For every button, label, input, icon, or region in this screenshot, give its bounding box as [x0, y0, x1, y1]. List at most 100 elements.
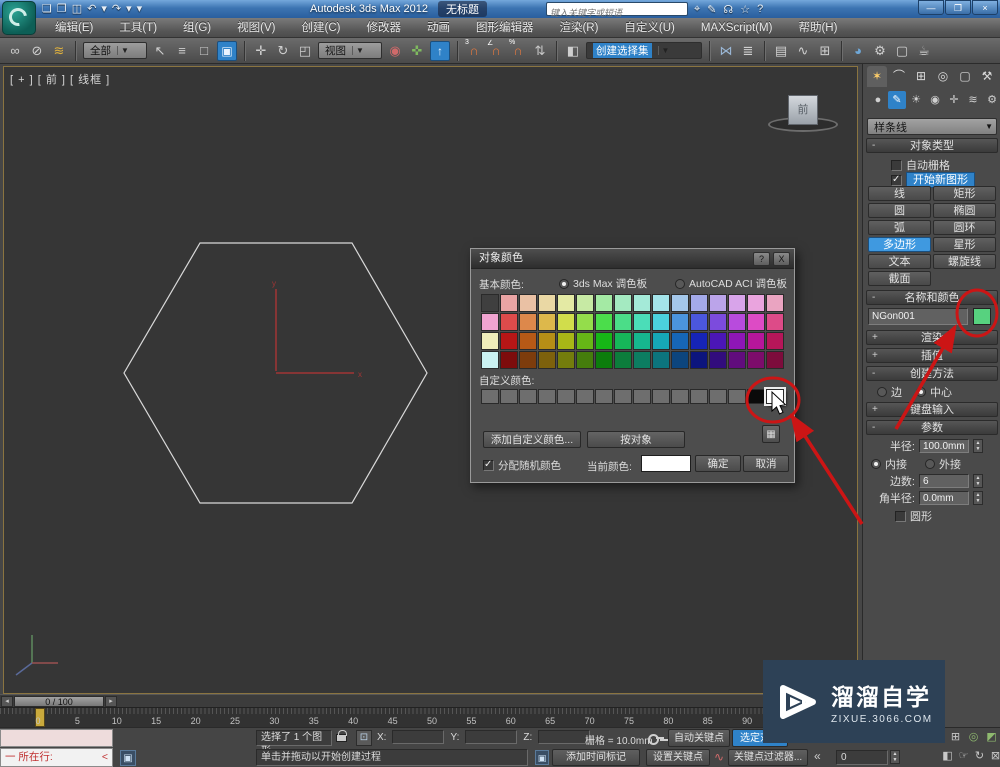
schematic-view-icon[interactable]: ⊞	[816, 43, 834, 59]
shape-button-10[interactable]: 螺旋线	[933, 254, 996, 269]
shape-button-2[interactable]: 矩形	[933, 186, 996, 201]
chevron-down-icon[interactable]: ▼	[352, 46, 364, 55]
orbit-icon[interactable]: ↻	[972, 749, 987, 764]
palette-swatch[interactable]	[652, 351, 670, 369]
palette-swatch[interactable]	[538, 332, 556, 350]
shape-button-7[interactable]: 多边形	[868, 237, 931, 252]
keyboard-shortcut-override-icon[interactable]: ↑	[430, 41, 450, 61]
palette-swatch[interactable]	[538, 351, 556, 369]
go-to-start-icon[interactable]: «	[814, 749, 821, 763]
viewcube-cube[interactable]: 前	[788, 95, 818, 125]
ok-button[interactable]: 确定	[695, 455, 741, 472]
select-and-scale-icon[interactable]: ◰	[296, 43, 314, 59]
select-and-move-icon[interactable]: ✛	[252, 43, 270, 59]
palette-swatch[interactable]	[709, 351, 727, 369]
radius-spinner[interactable]: ▲▼	[973, 439, 983, 453]
viewcube[interactable]: 前	[764, 95, 844, 135]
named-selection-sets-icon[interactable]: ◧	[564, 43, 582, 59]
shape-button-4[interactable]: 椭圆	[933, 203, 996, 218]
dialog-close-button[interactable]: X	[773, 252, 790, 266]
palette-swatch[interactable]	[728, 294, 746, 312]
palette-swatch[interactable]	[576, 351, 594, 369]
category-lights[interactable]: ☀	[907, 91, 925, 109]
palette-swatch[interactable]	[500, 313, 518, 331]
coord-field-x[interactable]	[392, 730, 444, 744]
macro-recorder-line[interactable]	[0, 729, 113, 747]
select-by-name-icon[interactable]: ≡	[173, 43, 191, 58]
rollout-creation-method[interactable]: - 创建方法	[866, 366, 998, 381]
select-object-icon[interactable]: ↖	[151, 43, 169, 59]
palette-swatch[interactable]	[614, 294, 632, 312]
time-slider-button[interactable]: 0 / 100	[14, 696, 104, 707]
mirror-icon[interactable]: ⋈	[717, 43, 735, 59]
palette-swatch[interactable]	[671, 294, 689, 312]
sides-spinner[interactable]: ▲▼	[973, 474, 983, 488]
previous-frame-button[interactable]: ◂	[1, 696, 13, 707]
start-new-shape-checkbox[interactable]	[891, 175, 902, 186]
select-and-rotate-icon[interactable]: ↻	[274, 43, 292, 59]
cancel-button[interactable]: 取消	[743, 455, 789, 472]
custom-swatch[interactable]	[595, 389, 613, 404]
dialog-title-bar[interactable]: 对象颜色	[471, 249, 794, 269]
palette-swatch[interactable]	[747, 351, 765, 369]
tab-modify[interactable]: ⌒	[889, 66, 909, 87]
current-color-swatch[interactable]	[641, 455, 691, 472]
custom-swatch[interactable]	[652, 389, 670, 404]
menu-item[interactable]: 帮助(H)	[785, 18, 850, 38]
palette-swatch[interactable]	[652, 313, 670, 331]
palette-swatch[interactable]	[633, 332, 651, 350]
undo-caret-icon[interactable]: ▾	[101, 0, 107, 18]
radio-option[interactable]: 边	[877, 384, 902, 400]
radio-dot[interactable]	[871, 459, 881, 469]
named-selection-dropdown[interactable]: 创建选择集▼	[586, 42, 702, 59]
use-pivot-point-icon[interactable]: ◉	[386, 43, 404, 59]
category-helpers[interactable]: ✛	[945, 91, 963, 109]
circular-checkbox[interactable]	[895, 511, 906, 522]
align-icon[interactable]: ≣	[739, 43, 757, 59]
select-and-link-icon[interactable]: ∞	[6, 43, 24, 58]
palette-swatch[interactable]	[595, 332, 613, 350]
palette-swatch[interactable]	[519, 351, 537, 369]
palette-swatch[interactable]	[538, 313, 556, 331]
viewport-layout-icon[interactable]: ⊞	[948, 730, 963, 745]
3dsmax-palette-radio[interactable]: 3ds Max 调色板	[559, 276, 647, 291]
palette-swatch[interactable]	[557, 313, 575, 331]
palette-swatch[interactable]	[576, 332, 594, 350]
shape-button-3[interactable]: 圆	[868, 203, 931, 218]
palette-swatch[interactable]	[595, 294, 613, 312]
custom-swatch[interactable]	[557, 389, 575, 404]
palette-swatch[interactable]	[709, 313, 727, 331]
palette-swatch[interactable]	[614, 332, 632, 350]
menu-item[interactable]: 组(G)	[170, 18, 224, 38]
radio-option[interactable]: 内接	[871, 456, 907, 472]
palette-swatch[interactable]	[728, 332, 746, 350]
application-menu-button[interactable]	[2, 1, 36, 35]
palette-swatch[interactable]	[481, 313, 499, 331]
custom-swatch[interactable]	[709, 389, 727, 404]
palette-swatch[interactable]	[728, 313, 746, 331]
mini-listener-icon[interactable]: ▣	[120, 750, 136, 766]
autocad-aci-palette-radio[interactable]: AutoCAD ACI 调色板	[675, 276, 787, 291]
palette-swatch[interactable]	[671, 313, 689, 331]
palette-swatch[interactable]	[652, 332, 670, 350]
rollout-interpolation[interactable]: + 插值	[866, 348, 998, 363]
palette-swatch[interactable]	[500, 332, 518, 350]
angle-snap-icon[interactable]: ∩∠	[487, 43, 505, 58]
rollout-keyboard-entry[interactable]: + 键盘输入	[866, 402, 998, 417]
selection-lock-icon[interactable]	[336, 734, 347, 742]
key-filters-button[interactable]: 关键点过滤器...	[728, 749, 808, 766]
palette-swatch[interactable]	[557, 351, 575, 369]
palette-swatch[interactable]	[500, 294, 518, 312]
palette-swatch[interactable]	[481, 294, 499, 312]
corner-radius-spinner[interactable]: ▲▼	[973, 491, 983, 505]
maxscript-listener-line[interactable]: 一 所在行: <	[0, 748, 113, 767]
rollout-parameters[interactable]: - 参数	[866, 420, 998, 435]
selection-filter-dropdown[interactable]: 全部▼	[83, 42, 147, 59]
add-time-tag-button[interactable]: 添加时间标记	[552, 749, 640, 766]
palette-swatch[interactable]	[690, 294, 708, 312]
layer-manager-icon[interactable]: ▤	[772, 43, 790, 59]
custom-swatch[interactable]	[633, 389, 651, 404]
shape-button-11[interactable]: 截面	[868, 271, 931, 286]
help-icon[interactable]: ?	[757, 3, 763, 15]
radius-field[interactable]: 100.0mm	[919, 439, 969, 453]
